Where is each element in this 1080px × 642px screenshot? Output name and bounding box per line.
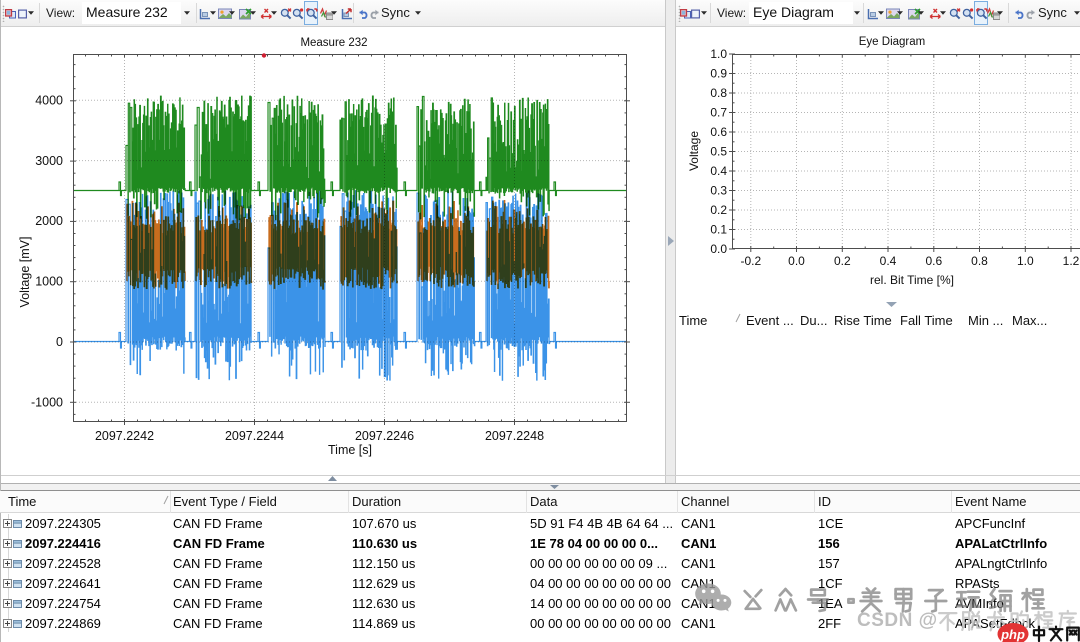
svg-text:php: php xyxy=(1000,627,1025,642)
